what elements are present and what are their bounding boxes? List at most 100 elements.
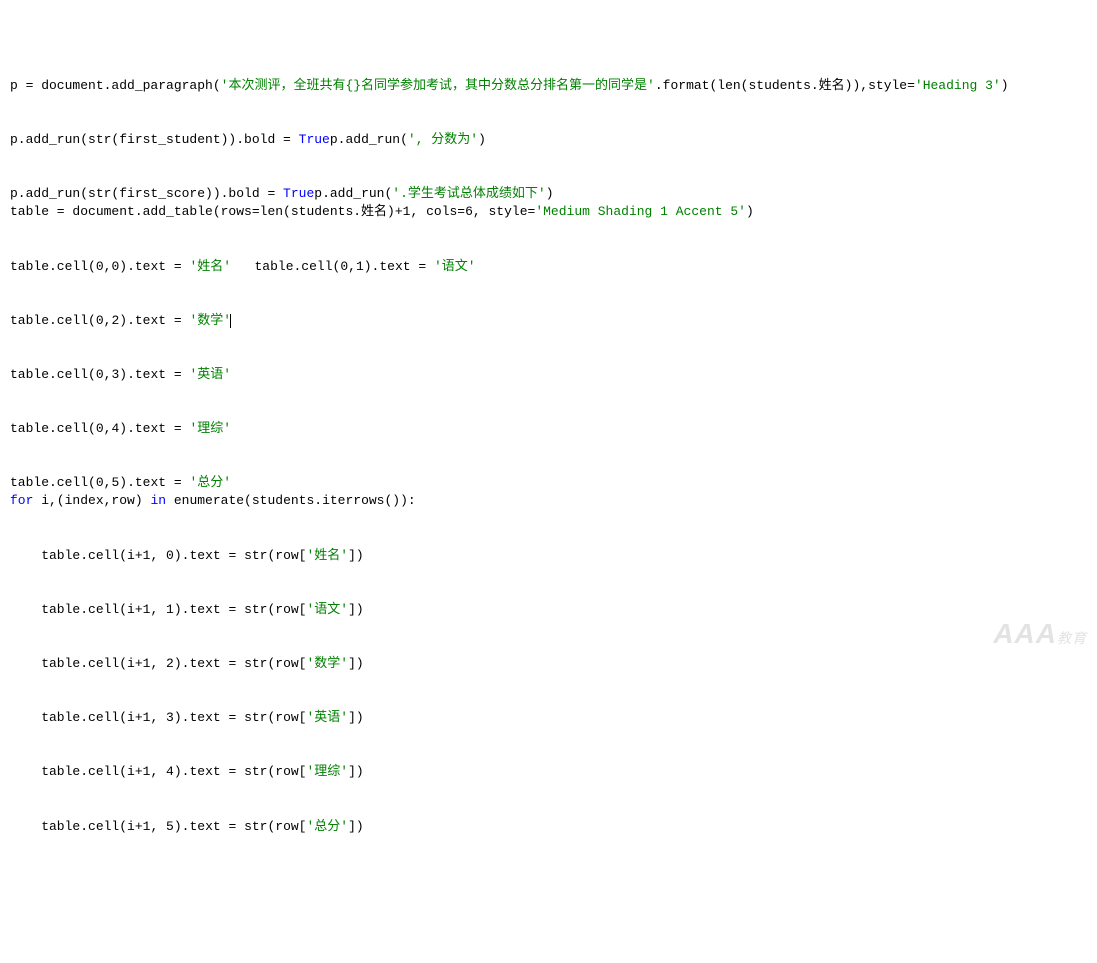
code-token: 0 (96, 475, 104, 490)
text-cursor (230, 314, 231, 328)
code-token: ).text = (364, 259, 434, 274)
code-line[interactable] (10, 511, 1087, 529)
code-token: p = document.add_paragraph( (10, 78, 221, 93)
code-line[interactable] (10, 402, 1087, 420)
code-line[interactable]: table.cell(0,5).text = '总分' (10, 474, 1087, 492)
code-line[interactable]: for i,(index,row) in enumerate(students.… (10, 492, 1087, 510)
code-token: ]) (348, 764, 364, 779)
code-token: ]) (348, 819, 364, 834)
code-line[interactable] (10, 727, 1087, 745)
code-token: 1 (166, 602, 174, 617)
code-token: ]) (348, 548, 364, 563)
code-line[interactable] (10, 637, 1087, 655)
code-line[interactable] (10, 276, 1087, 294)
code-token: 0 (166, 548, 174, 563)
code-token: '英语' (189, 367, 231, 382)
code-token: 3 (166, 710, 174, 725)
code-line[interactable]: table.cell(i+1, 2).text = str(row['数学']) (10, 655, 1087, 673)
code-token: '本次测评，全班共有{}名同学参加考试，其中分数总分排名第一的同学是' (221, 78, 655, 93)
code-token: table.cell( (10, 367, 96, 382)
code-token: , (150, 602, 166, 617)
code-token: 1 (143, 710, 151, 725)
code-line[interactable] (10, 384, 1087, 402)
code-line[interactable]: table.cell(i+1, 3).text = str(row['英语']) (10, 709, 1087, 727)
code-line[interactable] (10, 673, 1087, 691)
code-token: table.cell( (10, 421, 96, 436)
code-token: , (150, 819, 166, 834)
code-token: table.cell(i+ (10, 602, 143, 617)
code-line[interactable] (10, 529, 1087, 547)
code-line[interactable]: table.cell(0,0).text = '姓名' table.cell(0… (10, 258, 1087, 276)
code-token: '语文' (434, 259, 476, 274)
code-token: 6 (465, 204, 473, 219)
code-token: table = document.add_table(rows=len(stud… (10, 204, 403, 219)
code-line[interactable] (10, 782, 1087, 800)
code-line[interactable] (10, 167, 1087, 185)
code-token: 'Medium Shading 1 Accent 5' (535, 204, 746, 219)
code-token: , style= (473, 204, 535, 219)
code-editor[interactable]: p = document.add_paragraph('本次测评，全班共有{}名… (10, 77, 1087, 836)
code-token: ).text = (119, 367, 189, 382)
code-line[interactable] (10, 149, 1087, 167)
code-token: '英语' (306, 710, 348, 725)
code-token: p.add_run(str(first_score)).bold = (10, 186, 283, 201)
code-token: 1 (143, 819, 151, 834)
code-token: ) (478, 132, 486, 147)
code-line[interactable] (10, 222, 1087, 240)
code-line[interactable] (10, 745, 1087, 763)
code-line[interactable]: p = document.add_paragraph('本次测评，全班共有{}名… (10, 77, 1087, 95)
code-line[interactable] (10, 583, 1087, 601)
code-line[interactable]: table.cell(i+1, 5).text = str(row['总分']) (10, 818, 1087, 836)
code-token: ', 分数为' (408, 132, 478, 147)
code-token: table.cell( (10, 475, 96, 490)
code-line[interactable] (10, 438, 1087, 456)
code-token: 1 (143, 764, 151, 779)
code-token: '语文' (306, 602, 348, 617)
code-token: ]) (348, 656, 364, 671)
code-line[interactable]: table.cell(0,4).text = '理综' (10, 420, 1087, 438)
code-token: p.add_run( (330, 132, 408, 147)
code-token: i,(index,row) (33, 493, 150, 508)
code-line[interactable] (10, 800, 1087, 818)
code-line[interactable] (10, 95, 1087, 113)
code-token: ) (746, 204, 754, 219)
code-token: '总分' (306, 819, 348, 834)
code-token: ).text = str(row[ (174, 819, 307, 834)
code-line[interactable]: table.cell(i+1, 0).text = str(row['姓名']) (10, 547, 1087, 565)
code-token: p.add_run( (314, 186, 392, 201)
code-line[interactable] (10, 619, 1087, 637)
code-token: ).text = (119, 259, 189, 274)
code-token: True (299, 132, 330, 147)
code-token: '理综' (306, 764, 348, 779)
code-token: p.add_run(str(first_student)).bold = (10, 132, 299, 147)
code-token: '数学' (306, 656, 348, 671)
code-token: ).text = (119, 475, 189, 490)
code-line[interactable] (10, 113, 1087, 131)
code-line[interactable]: table.cell(0,2).text = '数学' (10, 312, 1087, 330)
code-token: ).text = (119, 313, 189, 328)
code-token: table.cell(i+ (10, 710, 143, 725)
code-token: ).text = (119, 421, 189, 436)
code-line[interactable]: table.cell(0,3).text = '英语' (10, 366, 1087, 384)
watermark-main: AAA (993, 618, 1057, 649)
code-token: 0 (96, 421, 104, 436)
code-line[interactable] (10, 348, 1087, 366)
code-line[interactable]: table.cell(i+1, 1).text = str(row['语文']) (10, 601, 1087, 619)
code-line[interactable]: p.add_run(str(first_student)).bold = Tru… (10, 131, 1087, 149)
code-token: '姓名' (306, 548, 348, 563)
code-token: 0 (340, 259, 348, 274)
code-line[interactable] (10, 456, 1087, 474)
code-token: in (150, 493, 166, 508)
code-line[interactable]: p.add_run(str(first_score)).bold = Truep… (10, 185, 1087, 203)
code-line[interactable] (10, 565, 1087, 583)
code-token: , (150, 710, 166, 725)
code-token: 1 (356, 259, 364, 274)
code-line[interactable] (10, 294, 1087, 312)
code-token: 0 (96, 313, 104, 328)
code-line[interactable] (10, 691, 1087, 709)
code-line[interactable] (10, 240, 1087, 258)
code-token: 0 (96, 367, 104, 382)
code-line[interactable]: table = document.add_table(rows=len(stud… (10, 203, 1087, 221)
code-line[interactable] (10, 330, 1087, 348)
code-line[interactable]: table.cell(i+1, 4).text = str(row['理综']) (10, 763, 1087, 781)
